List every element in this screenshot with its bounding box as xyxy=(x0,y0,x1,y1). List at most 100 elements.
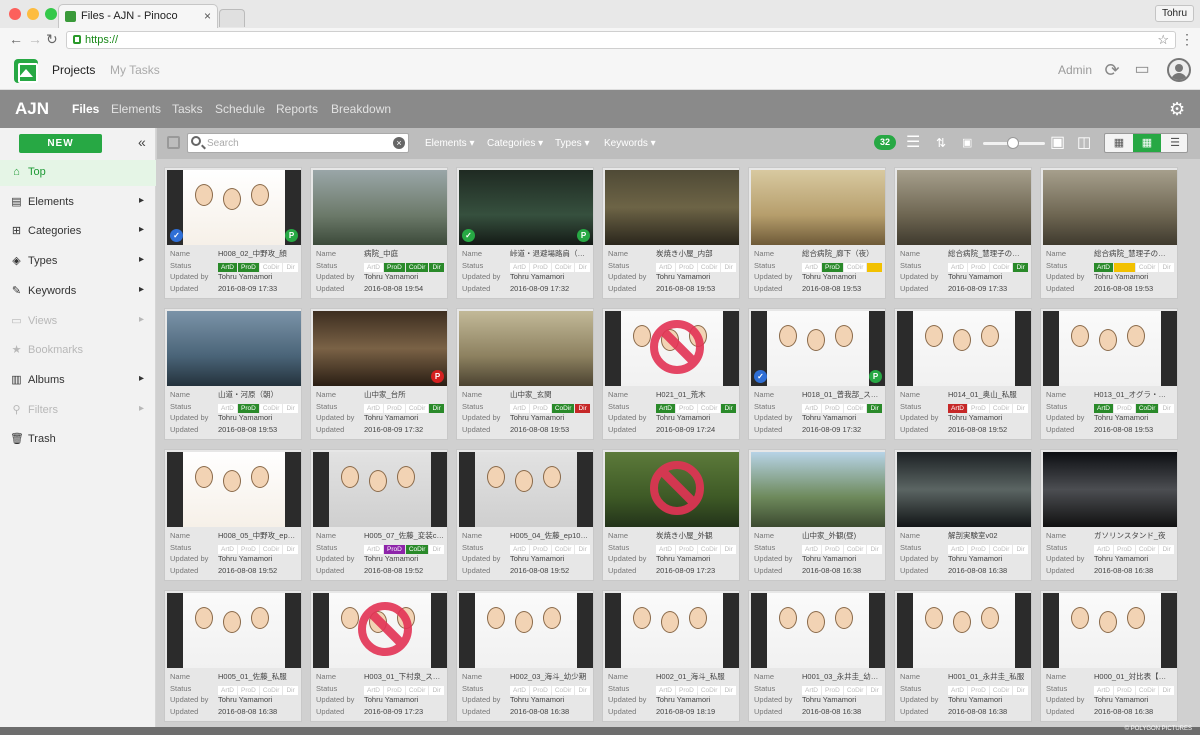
file-thumbnail[interactable]: ✓ P xyxy=(167,170,301,245)
thumbnail-size-slider[interactable] xyxy=(983,137,1045,149)
gear-icon[interactable]: ⚙ xyxy=(1169,99,1185,120)
tab-elements[interactable]: Elements xyxy=(111,102,161,116)
file-card[interactable]: Name 山中家_玄関 Status ArtD ProD CoDir Dir Updated … xyxy=(456,308,594,440)
nav-projects[interactable]: Projects xyxy=(52,63,95,77)
expand-arrow-icon[interactable]: ▸ xyxy=(139,284,144,295)
expand-arrow-icon[interactable]: ▸ xyxy=(139,403,144,414)
file-thumbnail[interactable] xyxy=(1043,311,1177,386)
sidebar-item-filters[interactable]: ⚲ Filters ▸ xyxy=(0,398,156,424)
file-thumbnail[interactable] xyxy=(459,311,593,386)
zoom-window-icon[interactable] xyxy=(45,8,57,20)
small-grid-view-icon[interactable]: ▦ xyxy=(1105,134,1133,152)
user-avatar[interactable] xyxy=(1167,58,1191,82)
url-field[interactable]: https:// ☆ xyxy=(66,31,1176,49)
file-thumbnail[interactable] xyxy=(167,452,301,527)
save-search-icon[interactable] xyxy=(167,136,180,149)
collapse-sidebar-icon[interactable]: « xyxy=(138,134,146,150)
sidebar-item-top[interactable]: ⌂ Top xyxy=(0,160,156,186)
expand-arrow-icon[interactable]: ▸ xyxy=(139,224,144,235)
sidebar-item-views[interactable]: ▭ Views ▸ xyxy=(0,309,156,335)
file-card[interactable]: Name 山中家_外観(昼) Status ArtD ProD CoDir Dir Updat… xyxy=(748,449,886,581)
file-thumbnail[interactable] xyxy=(897,311,1031,386)
back-icon[interactable]: ← xyxy=(9,31,23,47)
file-card[interactable]: ✓ P Name H008_02_中野攻_顔 Status ArtD ProD CoDir Di… xyxy=(164,167,302,299)
browser-menu-icon[interactable]: ⋮ xyxy=(1180,31,1194,48)
sidebar-item-bookmarks[interactable]: ★ Bookmarks xyxy=(0,338,156,364)
file-thumbnail[interactable] xyxy=(1043,170,1177,245)
file-card[interactable]: Name 総合病院_廊下（夜） Status ArtD ProD CoDir Dir Upda… xyxy=(748,167,886,299)
list-view-icon[interactable]: ☰ xyxy=(1161,134,1189,152)
new-button[interactable]: NEW xyxy=(19,134,102,153)
file-card[interactable]: Name 総合病院_慧理子の… Status ArtD ProD CoDir Dir Upda… xyxy=(1040,167,1178,299)
file-thumbnail[interactable] xyxy=(751,170,885,245)
tab-reports[interactable]: Reports xyxy=(276,102,318,116)
file-thumbnail[interactable] xyxy=(751,452,885,527)
browser-user-pill[interactable]: Tohru xyxy=(1154,5,1194,22)
file-card[interactable]: Name 病院_中庭 Status ArtD ProD CoDir Dir Updated b… xyxy=(310,167,448,299)
nav-my-tasks[interactable]: My Tasks xyxy=(110,63,160,77)
file-thumbnail[interactable] xyxy=(459,593,593,668)
sync-icon[interactable]: ⟳ xyxy=(1102,60,1122,80)
file-card[interactable]: Name 炭焼き小屋_外観 Status ArtD ProD CoDir Dir Update… xyxy=(602,449,740,581)
file-thumbnail[interactable]: ✓ P xyxy=(459,170,593,245)
keywords-filter-dropdown[interactable]: Keywords ▾ xyxy=(604,138,656,149)
tab-breakdown[interactable]: Breakdown xyxy=(331,102,391,116)
file-card[interactable]: Name H001_03_永井圭_幼… Status ArtD ProD CoDir Dir… xyxy=(748,590,886,722)
file-card[interactable]: Name H021_01_荒木 Status ArtD ProD CoDir Dir Upda… xyxy=(602,308,740,440)
pinoco-logo-icon[interactable] xyxy=(14,59,38,83)
file-thumbnail[interactable]: P xyxy=(313,311,447,386)
file-thumbnail[interactable] xyxy=(313,170,447,245)
file-thumbnail[interactable] xyxy=(167,311,301,386)
file-card[interactable]: Name H000_01_対比表【… Status ArtD ProD CoDir Dir U… xyxy=(1040,590,1178,722)
close-tab-icon[interactable]: × xyxy=(204,9,211,23)
file-card[interactable]: ✓ P Name H018_01_曾我部_ス… Status ArtD ProD CoDir D… xyxy=(748,308,886,440)
file-card[interactable]: P Name 山中家_台所 Status ArtD ProD CoDir Dir Updated… xyxy=(310,308,448,440)
file-thumbnail[interactable] xyxy=(897,170,1031,245)
expand-arrow-icon[interactable]: ▸ xyxy=(139,373,144,384)
file-card[interactable]: Name 総合病院_慧理子の… Status ArtD ProD CoDir Dir Upda… xyxy=(894,167,1032,299)
file-card[interactable]: Name H002_01_海斗_私服 Status ArtD ProD CoDir Dir U… xyxy=(602,590,740,722)
types-filter-dropdown[interactable]: Types ▾ xyxy=(555,138,590,149)
file-thumbnail[interactable] xyxy=(751,593,885,668)
expand-arrow-icon[interactable]: ▸ xyxy=(139,195,144,206)
sidebar-item-keywords[interactable]: ✎ Keywords ▸ xyxy=(0,279,156,305)
file-card[interactable]: Name H008_05_中野攻_ep… Status ArtD ProD CoDir Di… xyxy=(164,449,302,581)
file-card[interactable]: Name ガソリンスタンド_夜 Status ArtD ProD CoDir Dir Upda… xyxy=(1040,449,1178,581)
expand-arrow-icon[interactable]: ▸ xyxy=(139,314,144,325)
close-window-icon[interactable] xyxy=(9,8,21,20)
file-card[interactable]: Name H005_07_佐藤_変装c… Status ArtD ProD CoDir Di… xyxy=(310,449,448,581)
grid-view-icon[interactable]: ▦ xyxy=(1133,134,1161,152)
file-thumbnail[interactable] xyxy=(1043,452,1177,527)
sidebar-item-categories[interactable]: ⊞ Categories ▸ xyxy=(0,219,156,245)
file-thumbnail[interactable] xyxy=(605,311,739,386)
browser-tab[interactable]: Files - AJN - Pinoco × xyxy=(58,4,218,28)
file-thumbnail[interactable] xyxy=(167,593,301,668)
sidebar-item-elements[interactable]: ▤ Elements ▸ xyxy=(0,190,156,216)
categories-filter-dropdown[interactable]: Categories ▾ xyxy=(487,138,543,149)
forward-icon[interactable]: → xyxy=(28,31,42,47)
file-thumbnail[interactable] xyxy=(313,593,447,668)
bookmark-star-icon[interactable]: ☆ xyxy=(1157,32,1169,48)
minimize-window-icon[interactable] xyxy=(27,8,39,20)
search-input[interactable]: Search × xyxy=(187,133,409,153)
file-card[interactable]: Name H003_01_下村泉_ス… Status ArtD ProD CoDir Dir… xyxy=(310,590,448,722)
file-card[interactable]: ✓ P Name 峠道・退避場路肩（… Status ArtD ProD CoDir Dir Up… xyxy=(456,167,594,299)
sort-icon[interactable]: ⇅ xyxy=(936,135,946,151)
nav-admin[interactable]: Admin xyxy=(1058,63,1092,77)
reload-icon[interactable]: ↻ xyxy=(46,31,58,48)
file-card[interactable]: Name 山道・河原（朝） Status ArtD ProD CoDir Dir Update… xyxy=(164,308,302,440)
file-card[interactable]: Name H001_01_永井圭_私服 Status ArtD ProD CoDir Dir… xyxy=(894,590,1032,722)
file-thumbnail[interactable] xyxy=(313,452,447,527)
file-card[interactable]: Name H014_01_奥山_私服 Status ArtD ProD CoDir Dir U… xyxy=(894,308,1032,440)
file-card[interactable]: Name 炭焼き小屋_内部 Status ArtD ProD CoDir Dir Update… xyxy=(602,167,740,299)
split-view-icon[interactable]: ◫ xyxy=(1077,135,1091,151)
file-card[interactable]: Name 解剖実験室v02 Status ArtD ProD CoDir Dir Update… xyxy=(894,449,1032,581)
list-menu-icon[interactable]: ☰ xyxy=(906,135,920,151)
file-card[interactable]: Name H013_01_オグラ・… Status ArtD ProD CoDir Dir U… xyxy=(1040,308,1178,440)
new-tab-button[interactable] xyxy=(219,9,245,27)
file-thumbnail[interactable] xyxy=(459,452,593,527)
inbox-icon[interactable]: ▭ xyxy=(1132,60,1152,80)
file-thumbnail[interactable] xyxy=(897,452,1031,527)
expand-arrow-icon[interactable]: ▸ xyxy=(139,254,144,265)
slider-knob[interactable] xyxy=(1007,137,1019,149)
